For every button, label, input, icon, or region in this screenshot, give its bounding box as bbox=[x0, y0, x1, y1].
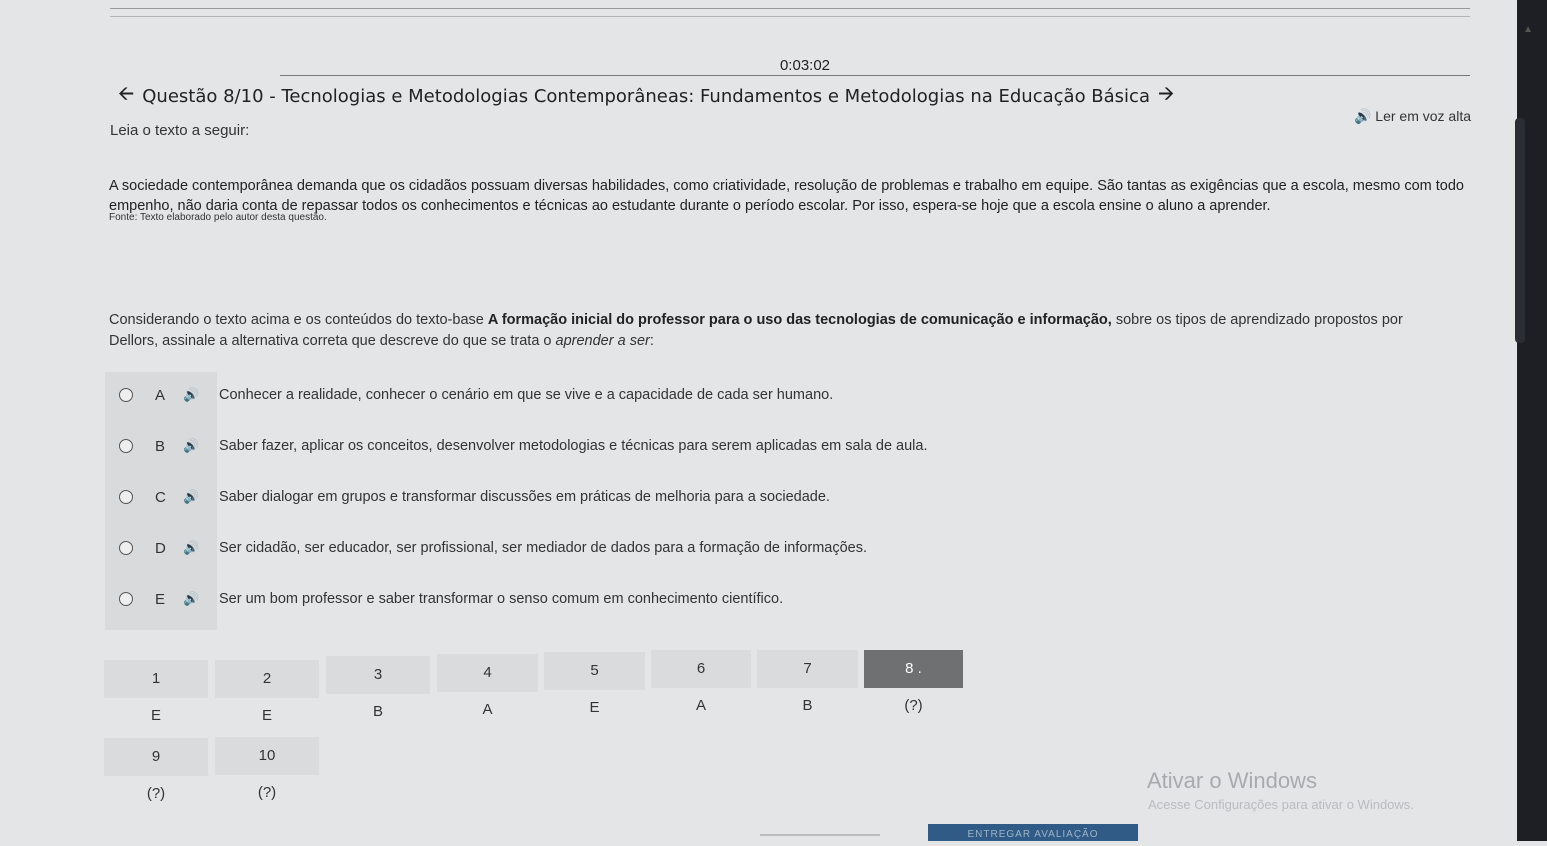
nav-answer: (?) bbox=[146, 785, 166, 802]
nav-number: 9 bbox=[104, 738, 208, 776]
option-letter: A bbox=[155, 386, 166, 404]
submit-evaluation-button[interactable]: ENTREGAR AVALIAÇÃO bbox=[928, 824, 1138, 841]
nav-answer: B bbox=[802, 697, 813, 714]
windows-activation-title: Ativar o Windows bbox=[1147, 768, 1317, 793]
question-prompt: Considerando o texto acima e os conteúdo… bbox=[109, 310, 1449, 352]
nav-answer: (?) bbox=[904, 697, 923, 714]
prompt-italic: aprender a ser bbox=[555, 333, 650, 349]
radio-button[interactable] bbox=[119, 490, 133, 504]
speaker-icon[interactable]: 🔊 bbox=[183, 489, 217, 505]
speaker-icon: 🔊 bbox=[1353, 108, 1372, 124]
nav-question-4[interactable]: 4 A bbox=[437, 654, 538, 728]
nav-number: 10 bbox=[215, 737, 319, 775]
question-header: 🡨 Questão 8/10 - Tecnologias e Metodolog… bbox=[110, 79, 1182, 113]
nav-number: 8 . bbox=[864, 650, 963, 688]
nav-answer: B bbox=[372, 703, 383, 720]
nav-question-9[interactable]: 9 (?) bbox=[104, 738, 208, 812]
read-aloud-label: Ler em voz alta bbox=[1375, 108, 1471, 124]
timer: 0:03:02 bbox=[779, 57, 831, 74]
nav-question-8-current[interactable]: 8 . (?) bbox=[864, 650, 963, 724]
scrollbar-thumb[interactable] bbox=[1515, 118, 1525, 343]
nav-answer: E bbox=[589, 699, 600, 716]
bottom-divider bbox=[760, 834, 880, 836]
radio-button[interactable] bbox=[119, 592, 133, 606]
header-rule bbox=[280, 75, 1470, 76]
nav-question-7[interactable]: 7 B bbox=[757, 650, 858, 724]
nav-number: 6 bbox=[651, 650, 751, 688]
nav-answer: A bbox=[482, 701, 493, 718]
nav-answer: E bbox=[150, 707, 161, 724]
nav-number: 3 bbox=[326, 656, 430, 694]
nav-number: 7 bbox=[757, 650, 858, 688]
nav-answer: (?) bbox=[257, 784, 277, 801]
radio-button[interactable] bbox=[119, 541, 133, 555]
windows-activation-subtitle: Acesse Configurações para ativar o Windo… bbox=[1148, 797, 1414, 812]
speaker-icon[interactable]: 🔊 bbox=[183, 387, 217, 403]
prompt-bold: A formação inicial do professor para o u… bbox=[487, 312, 1112, 328]
question-title: Questão 8/10 - Tecnologias e Metodologia… bbox=[142, 85, 1150, 107]
nav-number: 5 bbox=[544, 652, 645, 690]
arrow-left-icon[interactable]: 🡨 bbox=[110, 79, 142, 113]
option-d[interactable]: D 🔊 Ser cidadão, ser educador, ser profi… bbox=[105, 523, 867, 573]
nav-question-5[interactable]: 5 E bbox=[544, 652, 645, 726]
nav-answer: E bbox=[261, 707, 272, 724]
nav-question-3[interactable]: 3 B bbox=[326, 656, 430, 730]
nav-question-2[interactable]: 2 E bbox=[215, 660, 319, 734]
option-letter: C bbox=[155, 488, 166, 506]
nav-answer: A bbox=[695, 697, 706, 714]
arrow-right-icon[interactable]: 🡪 bbox=[1150, 79, 1182, 113]
option-letter: D bbox=[155, 539, 166, 557]
top-divider bbox=[110, 8, 1470, 9]
nav-question-10[interactable]: 10 (?) bbox=[215, 737, 319, 811]
radio-button[interactable] bbox=[119, 439, 133, 453]
text-source: Fonte: Texto elaborado pelo autor desta … bbox=[109, 212, 327, 223]
top-divider-2 bbox=[110, 16, 1470, 17]
prompt-part: Considerando o texto acima e os conteúdo… bbox=[109, 312, 488, 328]
option-letter: B bbox=[155, 437, 166, 455]
nav-question-1[interactable]: 1 E bbox=[104, 660, 208, 734]
option-text[interactable]: Ser um bom professor e saber transformar… bbox=[219, 591, 783, 607]
nav-number: 1 bbox=[104, 660, 208, 698]
prompt-part: : bbox=[649, 333, 654, 349]
nav-number: 4 bbox=[437, 654, 538, 692]
speaker-icon[interactable]: 🔊 bbox=[183, 591, 217, 607]
option-text[interactable]: Saber dialogar em grupos e transformar d… bbox=[219, 489, 830, 505]
scroll-up-icon[interactable]: ▲ bbox=[1523, 24, 1533, 35]
option-c[interactable]: C 🔊 Saber dialogar em grupos e transform… bbox=[105, 472, 830, 522]
option-e[interactable]: E 🔊 Ser um bom professor e saber transfo… bbox=[105, 574, 783, 624]
option-b[interactable]: B 🔊 Saber fazer, aplicar os conceitos, d… bbox=[105, 421, 927, 471]
radio-button[interactable] bbox=[119, 388, 133, 402]
text-body: A sociedade contemporânea demanda que os… bbox=[109, 178, 1464, 214]
option-text[interactable]: Saber fazer, aplicar os conceitos, desen… bbox=[219, 438, 927, 454]
nav-question-6[interactable]: 6 A bbox=[651, 650, 751, 724]
option-text[interactable]: Conhecer a realidade, conhecer o cenário… bbox=[219, 387, 833, 403]
nav-number: 2 bbox=[215, 660, 319, 698]
speaker-icon[interactable]: 🔊 bbox=[183, 438, 217, 454]
option-a[interactable]: A 🔊 Conhecer a realidade, conhecer o cen… bbox=[105, 370, 833, 420]
option-letter: E bbox=[155, 590, 166, 608]
speaker-icon[interactable]: 🔊 bbox=[183, 540, 217, 556]
read-aloud-button[interactable]: 🔊 Ler em voz alta bbox=[1354, 108, 1471, 125]
option-text[interactable]: Ser cidadão, ser educador, ser profissio… bbox=[219, 540, 867, 556]
lead-text: Leia o texto a seguir: bbox=[110, 122, 250, 139]
